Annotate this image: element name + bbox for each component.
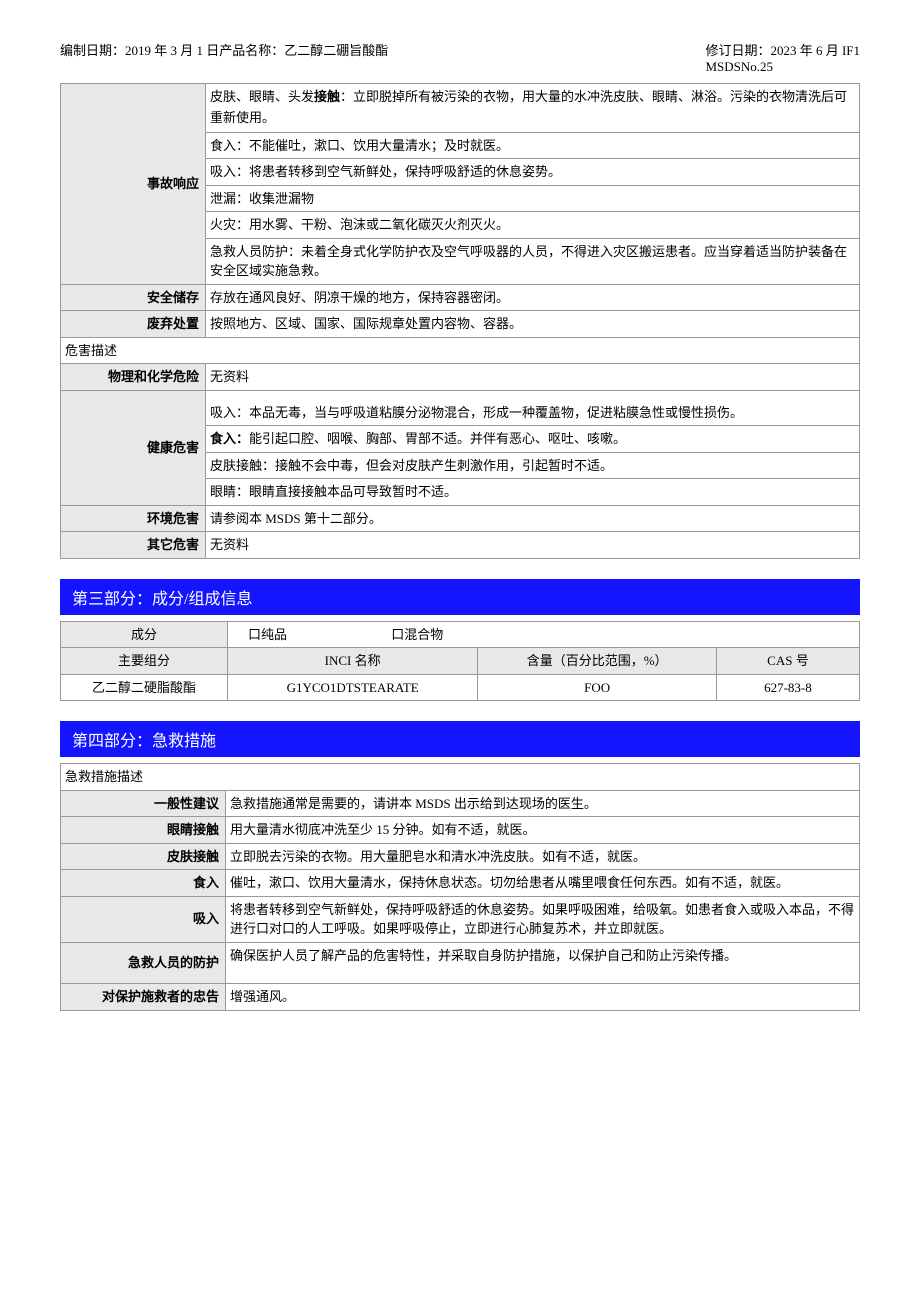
storage-value: 存放在通风良好、阴凉干燥的地方，保持容器密闭。	[206, 284, 860, 311]
msds-number: MSDSNo.25	[705, 59, 860, 75]
col-inci-name: INCI 名称	[227, 648, 477, 675]
col-cas-number: CAS 号	[716, 648, 859, 675]
content-percent: FOO	[478, 674, 717, 701]
health-skin: 皮肤接触：接触不会中毒，但会对皮肤产生刺激作用，引起暂时不适。	[206, 452, 860, 479]
revision-date: 修订日期：2023 年 6 月 IF1	[705, 40, 860, 59]
section-4-title: 第四部分：急救措施	[60, 721, 860, 757]
rescuer-protection-value: 确保医护人员了解产品的危害特性，并采取自身防护措施，以保护自己和防止污染传播。	[226, 942, 860, 984]
table-row: 物理和化学危险 无资料	[61, 364, 860, 391]
inhalation-value: 将患者转移到空气新鲜处，保持呼吸舒适的休息姿势。如果呼吸困难，给吸氧。如患者食入…	[226, 896, 860, 942]
first-aid-table: 急救措施描述 一般性建议 急救措施通常是需要的，请讲本 MSDS 出示给到达现场…	[60, 763, 860, 1011]
ingestion-value: 催吐，漱口、饮用大量清水，保持休息状态。切勿给患者从嘴里喂食任何东西。如有不适，…	[226, 870, 860, 897]
eye-contact-value: 用大量清水彻底冲洗至少 15 分钟。如有不适，就医。	[226, 817, 860, 844]
rescuer-protection-label: 急救人员的防护	[61, 942, 226, 984]
phys-chem-label: 物理和化学危险	[61, 364, 206, 391]
table-header-row: 主要组分 INCI 名称 含量（百分比范围，%） CAS 号	[61, 648, 860, 675]
document-header: 编制日期：2019 年 3 月 1 日产品名称：乙二醇二硼旨酸酯 修订日期：20…	[60, 40, 860, 75]
rescuer-advice-value: 增强通风。	[226, 984, 860, 1011]
table-row: 成分 口纯品 口混合物	[61, 621, 860, 648]
composition-label: 成分	[61, 621, 228, 648]
disposal-label: 废弃处置	[61, 311, 206, 338]
health-ingestion: 食入：能引起口腔、咽喉、胸部、胃部不适。并伴有恶心、呕吐、咳嗽。	[206, 426, 860, 453]
header-left: 编制日期：2019 年 3 月 1 日产品名称：乙二醇二硼旨酸酯	[60, 40, 705, 75]
accident-response-label: 事故响应	[61, 84, 206, 285]
table-row: 健康危害 吸入：本品无毒，当与呼吸道粘膜分泌物混合，形成一种覆盖物，促进粘膜急性…	[61, 390, 860, 426]
inci-name: G1YCO1DTSTEARATE	[227, 674, 477, 701]
cas-number: 627-83-8	[716, 674, 859, 701]
env-hazard-value: 请参阅本 MSDS 第十二部分。	[206, 505, 860, 532]
component-name: 乙二醇二硬脂酸酯	[61, 674, 228, 701]
accident-spill: 泄漏：收集泄漏物	[206, 185, 860, 212]
general-advice-label: 一般性建议	[61, 790, 226, 817]
table-row: 危害描述	[61, 337, 860, 364]
table-row: 食入 催吐，漱口、饮用大量清水，保持休息状态。切勿给患者从嘴里喂食任何东西。如有…	[61, 870, 860, 897]
accident-rescue-protection: 急救人员防护：未着全身式化学防护衣及空气呼吸器的人员，不得进入灾区搬运患者。应当…	[206, 238, 860, 284]
accident-skin-contact: 皮肤、眼睛、头发接触：立即脱掉所有被污染的衣物，用大量的水冲洗皮肤、眼睛、淋浴。…	[206, 84, 860, 133]
eye-contact-label: 眼睛接触	[61, 817, 226, 844]
hazard-description-header: 危害描述	[61, 337, 860, 364]
table-row: 事故响应 皮肤、眼睛、头发接触：立即脱掉所有被污染的衣物，用大量的水冲洗皮肤、眼…	[61, 84, 860, 133]
composition-type: 口纯品 口混合物	[227, 621, 859, 648]
hazard-table: 事故响应 皮肤、眼睛、头发接触：立即脱掉所有被污染的衣物，用大量的水冲洗皮肤、眼…	[60, 83, 860, 559]
table-row: 环境危害 请参阅本 MSDS 第十二部分。	[61, 505, 860, 532]
rescuer-advice-label: 对保护施救者的忠告	[61, 984, 226, 1011]
accident-inhalation: 吸入：将患者转移到空气新鲜处，保持呼吸舒适的休息姿势。	[206, 159, 860, 186]
table-row: 一般性建议 急救措施通常是需要的，请讲本 MSDS 出示给到达现场的医生。	[61, 790, 860, 817]
inhalation-label: 吸入	[61, 896, 226, 942]
disposal-value: 按照地方、区域、国家、国际规章处置内容物、容器。	[206, 311, 860, 338]
other-hazard-value: 无资料	[206, 532, 860, 559]
ingestion-label: 食入	[61, 870, 226, 897]
env-hazard-label: 环境危害	[61, 505, 206, 532]
section-3-title: 第三部分：成分/组成信息	[60, 579, 860, 615]
table-row: 安全储存 存放在通风良好、阴凉干燥的地方，保持容器密闭。	[61, 284, 860, 311]
col-content: 含量（百分比范围，%）	[478, 648, 717, 675]
skin-contact-label: 皮肤接触	[61, 843, 226, 870]
header-right: 修订日期：2023 年 6 月 IF1 MSDSNo.25	[705, 40, 860, 75]
table-row: 吸入 将患者转移到空气新鲜处，保持呼吸舒适的休息姿势。如果呼吸困难，给吸氧。如患…	[61, 896, 860, 942]
table-row: 急救人员的防护 确保医护人员了解产品的危害特性，并采取自身防护措施，以保护自己和…	[61, 942, 860, 984]
table-row: 急救措施描述	[61, 764, 860, 791]
table-row: 眼睛接触 用大量清水彻底冲洗至少 15 分钟。如有不适，就医。	[61, 817, 860, 844]
table-row: 对保护施救者的忠告 增强通风。	[61, 984, 860, 1011]
table-row: 其它危害 无资料	[61, 532, 860, 559]
general-advice-value: 急救措施通常是需要的，请讲本 MSDS 出示给到达现场的医生。	[226, 790, 860, 817]
health-inhalation: 吸入：本品无毒，当与呼吸道粘膜分泌物混合，形成一种覆盖物，促进粘膜急性或慢性损伤…	[206, 390, 860, 426]
health-eyes: 眼睛：眼睛直接接触本品可导致暂时不适。	[206, 479, 860, 506]
skin-contact-value: 立即脱去污染的衣物。用大量肥皂水和清水冲洗皮肤。如有不适，就医。	[226, 843, 860, 870]
phys-chem-value: 无资料	[206, 364, 860, 391]
composition-table: 成分 口纯品 口混合物 主要组分 INCI 名称 含量（百分比范围，%） CAS…	[60, 621, 860, 702]
table-row: 皮肤接触 立即脱去污染的衣物。用大量肥皂水和清水冲洗皮肤。如有不适，就医。	[61, 843, 860, 870]
table-row: 废弃处置 按照地方、区域、国家、国际规章处置内容物、容器。	[61, 311, 860, 338]
col-main-component: 主要组分	[61, 648, 228, 675]
table-row: 乙二醇二硬脂酸酯 G1YCO1DTSTEARATE FOO 627-83-8	[61, 674, 860, 701]
health-hazard-label: 健康危害	[61, 390, 206, 505]
accident-ingestion: 食入：不能催吐，漱口、饮用大量清水；及时就医。	[206, 132, 860, 159]
first-aid-desc-header: 急救措施描述	[61, 764, 860, 791]
accident-fire: 火灾：用水雾、干粉、泡沫或二氧化碳灭火剂灭火。	[206, 212, 860, 239]
storage-label: 安全储存	[61, 284, 206, 311]
other-hazard-label: 其它危害	[61, 532, 206, 559]
